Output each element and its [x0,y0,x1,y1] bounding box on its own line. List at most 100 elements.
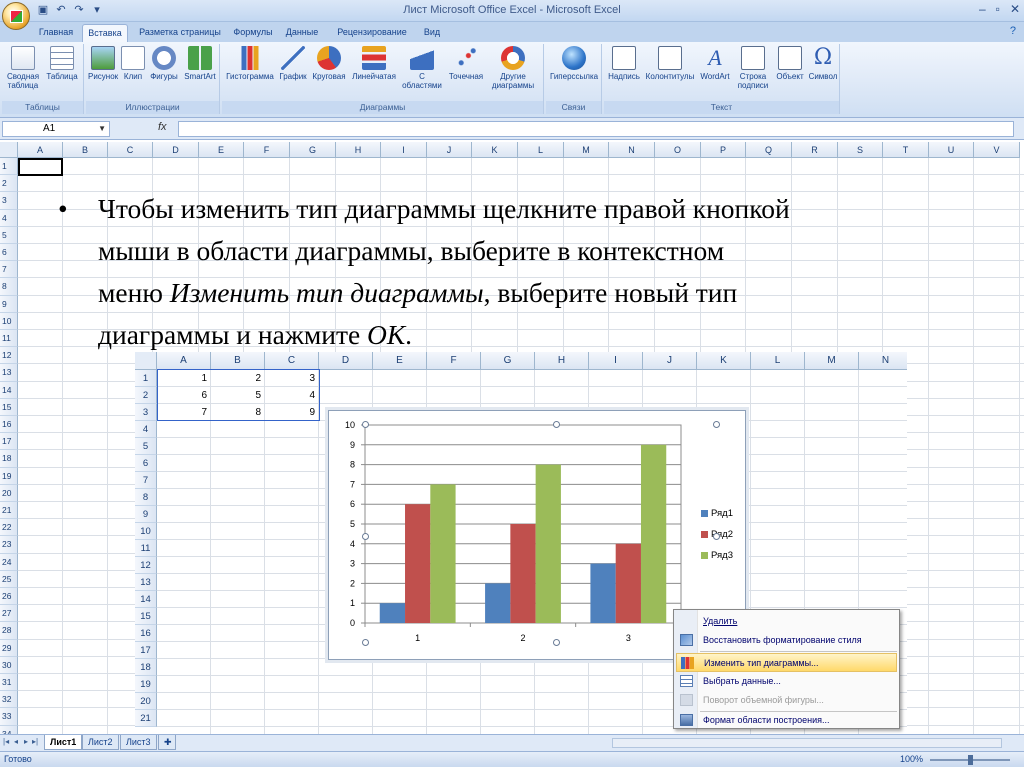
column-header-N[interactable]: N [609,142,655,158]
help-icon[interactable]: ? [1010,25,1016,37]
resize-handle[interactable] [713,421,720,428]
sheet-tab-1[interactable]: Лист1 [44,735,83,750]
tab-review[interactable]: Рецензирование [330,24,414,42]
menu-item-format-plot-area[interactable]: Формат области построения... [676,711,897,730]
row-header-26[interactable]: 26 [0,588,18,606]
row-header-27[interactable]: 27 [0,605,18,623]
tab-home[interactable]: Главная [34,24,78,42]
smartart-button[interactable]: SmartArt [182,46,218,81]
zoom-slider-handle[interactable] [968,755,973,765]
row-header-22[interactable]: 22 [0,519,18,537]
resize-handle[interactable] [553,639,560,646]
column-header-Q[interactable]: Q [746,142,792,158]
column-header-U[interactable]: U [929,142,974,158]
pie-chart-button[interactable]: Круговая [310,46,348,81]
column-header-I[interactable]: I [381,142,427,158]
resize-handle[interactable] [713,533,720,540]
tab-insert[interactable]: Вставка [82,24,128,42]
column-header-G[interactable]: G [290,142,336,158]
fx-icon[interactable]: fx [158,121,167,133]
other-charts-button[interactable]: Другие диаграммы [488,46,538,90]
row-header-5[interactable]: 5 [0,226,18,244]
column-header-R[interactable]: R [792,142,838,158]
select-all-corner[interactable] [0,142,18,158]
row-header-23[interactable]: 23 [0,536,18,554]
table-button[interactable]: Таблица [44,46,80,81]
legend-item-Ряд1[interactable]: Ряд1 [701,509,733,530]
row-header-25[interactable]: 25 [0,570,18,588]
row-header-2[interactable]: 2 [0,175,18,193]
column-header-E[interactable]: E [199,142,244,158]
row-header-30[interactable]: 30 [0,656,18,674]
resize-handle[interactable] [362,421,369,428]
column-header-T[interactable]: T [883,142,929,158]
row-header-18[interactable]: 18 [0,450,18,468]
row-header-31[interactable]: 31 [0,674,18,692]
column-header-L[interactable]: L [518,142,564,158]
menu-item-reset-style[interactable]: Восстановить форматирование стиля [676,631,897,650]
row-header-21[interactable]: 21 [0,502,18,520]
hyperlink-button[interactable]: Гиперссылка [548,46,600,81]
tab-formulas[interactable]: Формулы [230,24,276,42]
office-button[interactable] [2,2,30,30]
chart-legend[interactable]: Ряд1 Ряд2 Ряд3 [701,509,733,572]
column-header-S[interactable]: S [838,142,883,158]
prev-sheet-icon[interactable]: ◂ [14,737,18,746]
wordart-button[interactable]: A WordArt [698,46,732,82]
row-header-17[interactable]: 17 [0,433,18,451]
row-header-3[interactable]: 3 [0,192,18,210]
line-chart-button[interactable]: График [278,46,308,81]
resize-handle[interactable] [553,421,560,428]
chevron-down-icon[interactable]: ▼ [98,122,106,136]
first-sheet-icon[interactable]: |◂ [3,737,9,746]
column-header-O[interactable]: O [655,142,701,158]
row-header-14[interactable]: 14 [0,381,18,399]
row-header-34[interactable]: 34 [0,725,18,734]
row-header-4[interactable]: 4 [0,209,18,227]
horizontal-scrollbar[interactable] [612,738,1002,748]
row-header-16[interactable]: 16 [0,416,18,434]
row-header-32[interactable]: 32 [0,691,18,709]
maximize-icon[interactable]: ▫ [996,2,1000,16]
row-header-12[interactable]: 12 [0,347,18,365]
column-header-K[interactable]: K [472,142,518,158]
object-button[interactable]: Объект [774,46,806,81]
row-header-24[interactable]: 24 [0,553,18,571]
column-header-H[interactable]: H [336,142,381,158]
legend-item-Ряд3[interactable]: Ряд3 [701,551,733,572]
row-header-7[interactable]: 7 [0,261,18,279]
symbol-button[interactable]: Ω Символ [808,46,838,82]
row-header-8[interactable]: 8 [0,278,18,296]
active-cell-a1[interactable] [18,158,63,176]
column-header-P[interactable]: P [701,142,746,158]
column-header-A[interactable]: A [18,142,63,158]
sheet-tab-3[interactable]: Лист3 [120,735,157,750]
tab-view[interactable]: Вид [418,24,446,42]
row-header-13[interactable]: 13 [0,364,18,382]
close-icon[interactable]: ✕ [1010,2,1020,16]
column-header-B[interactable]: B [63,142,108,158]
signature-line-button[interactable]: Строка подписи [734,46,772,90]
row-header-20[interactable]: 20 [0,484,18,502]
tab-data[interactable]: Данные [280,24,324,42]
minimize-icon[interactable]: – [979,2,986,16]
bar-chart-button[interactable]: Линейчатая [350,46,398,81]
row-header-6[interactable]: 6 [0,244,18,262]
row-header-9[interactable]: 9 [0,295,18,313]
next-sheet-icon[interactable]: ▸ [24,737,28,746]
menu-item-change-chart-type[interactable]: Изменить тип диаграммы... [676,653,897,672]
name-box[interactable]: A1 ▼ [2,121,110,137]
column-header-D[interactable]: D [153,142,199,158]
formula-input[interactable] [178,121,1014,137]
picture-button[interactable]: Рисунок [88,46,118,81]
row-header-29[interactable]: 29 [0,639,18,657]
area-chart-button[interactable]: С областями [400,46,444,90]
pivot-table-button[interactable]: Сводная таблица [4,46,42,90]
resize-handle[interactable] [362,533,369,540]
row-header-19[interactable]: 19 [0,467,18,485]
row-header-10[interactable]: 10 [0,312,18,330]
resize-handle[interactable] [362,639,369,646]
row-header-11[interactable]: 11 [0,330,18,348]
column-header-V[interactable]: V [974,142,1020,158]
menu-item-delete[interactable]: Удалить [676,612,897,631]
